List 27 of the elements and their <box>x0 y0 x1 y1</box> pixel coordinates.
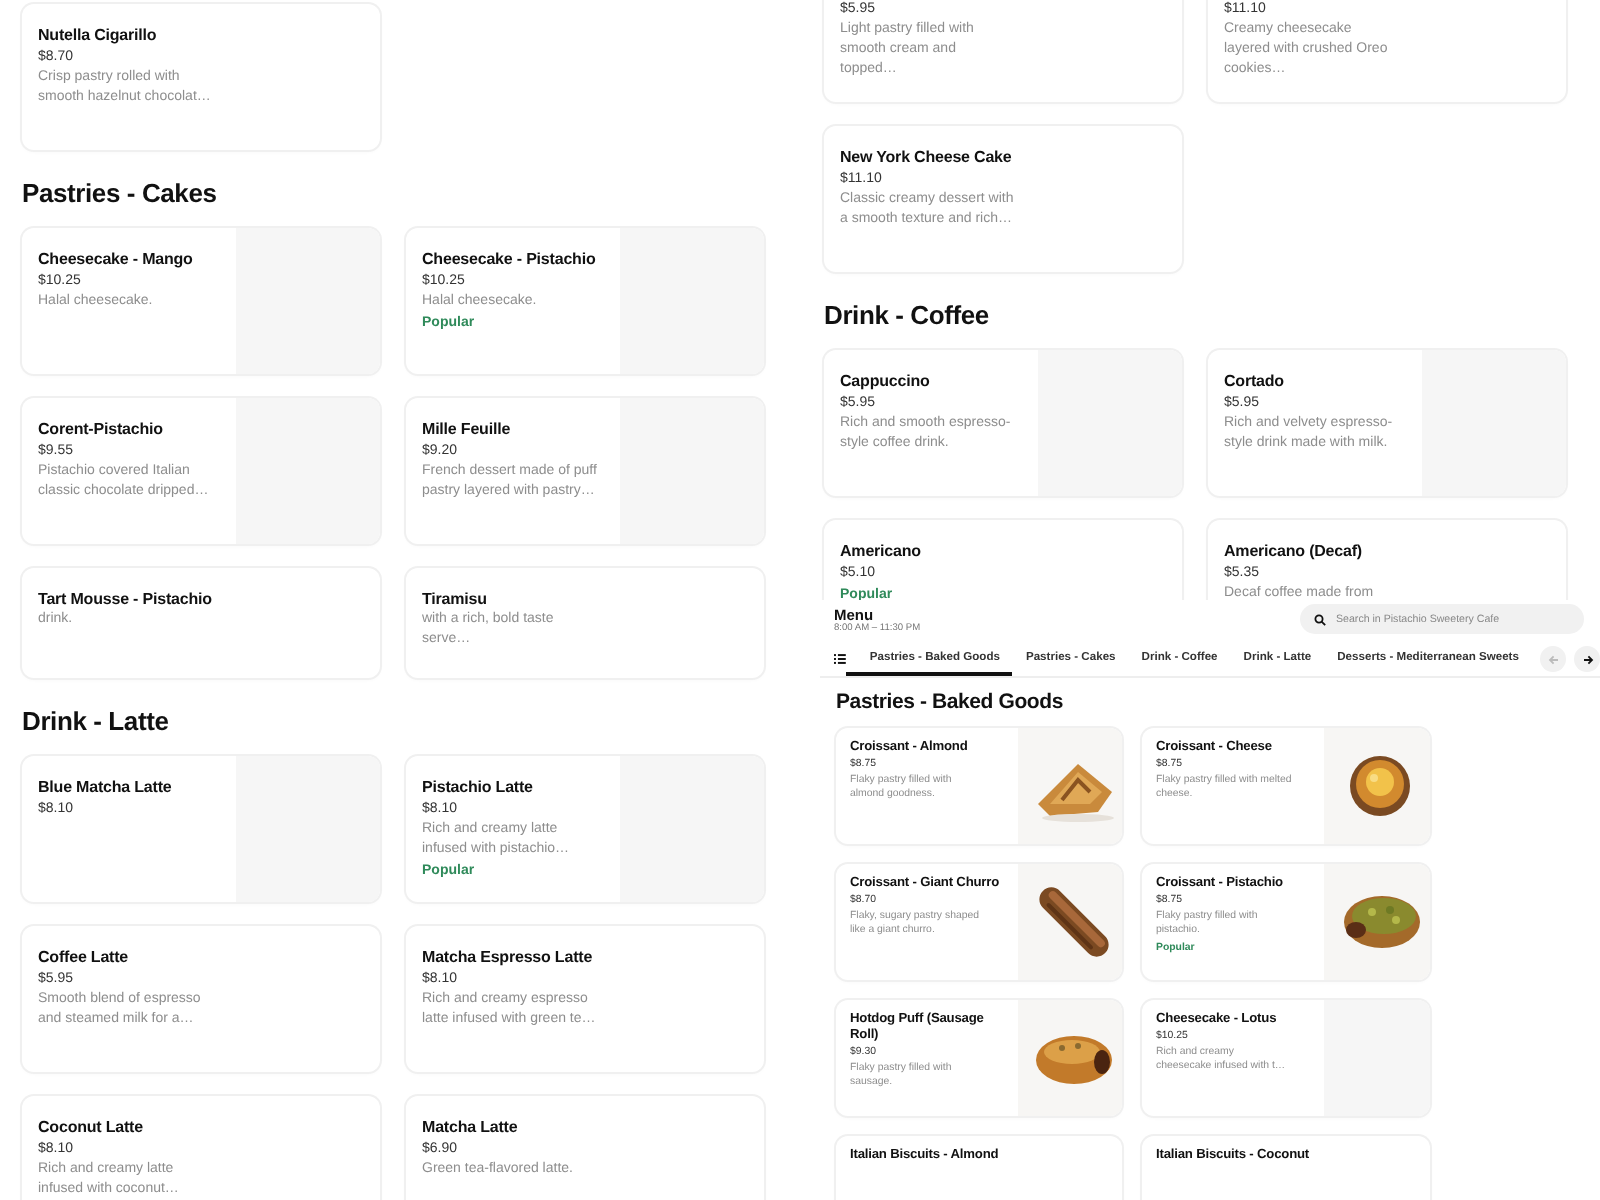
item-name: Cheesecake - Pistachio <box>422 248 598 270</box>
item-name: Cappuccino <box>840 370 932 392</box>
item-name: Americano (Decaf) <box>1224 540 1364 562</box>
section-heading: Drink - Coffee <box>824 300 991 332</box>
section-heading: Drink - Latte <box>22 706 171 738</box>
section-heading: Pastries - Cakes <box>22 178 219 210</box>
item-name: New York Cheese Cake <box>840 146 1014 168</box>
item-name: Coconut Latte <box>38 1116 145 1138</box>
search-icon <box>1314 613 1326 625</box>
forward-arrow-button[interactable] <box>1574 646 1600 672</box>
item-name: Tiramisu <box>422 588 489 610</box>
arrow-right-icon <box>1579 651 1596 667</box>
item-name: Cortado <box>1224 370 1286 392</box>
item-name: Nutella Cigarillo <box>38 24 159 46</box>
item-name: Cheesecake - Mango <box>38 248 195 270</box>
item-name: Americano <box>840 540 923 562</box>
item-name: Pistachio Latte <box>422 776 535 798</box>
list-icon[interactable] <box>834 654 846 664</box>
item-name: Corent-Pistachio <box>38 418 165 440</box>
item-name: Coffee Latte <box>38 946 131 968</box>
item-name: Blue Matcha Latte <box>38 776 174 798</box>
item-name: Mille Feuille <box>422 418 513 440</box>
arrow-left-icon <box>1545 651 1562 667</box>
item-name: Matcha Latte <box>422 1116 520 1138</box>
item-name: Tart Mousse - Pistachio <box>38 588 214 610</box>
item-name: Matcha Espresso Latte <box>422 946 595 968</box>
section-heading: Pastries - Baked Goods <box>836 690 1065 716</box>
